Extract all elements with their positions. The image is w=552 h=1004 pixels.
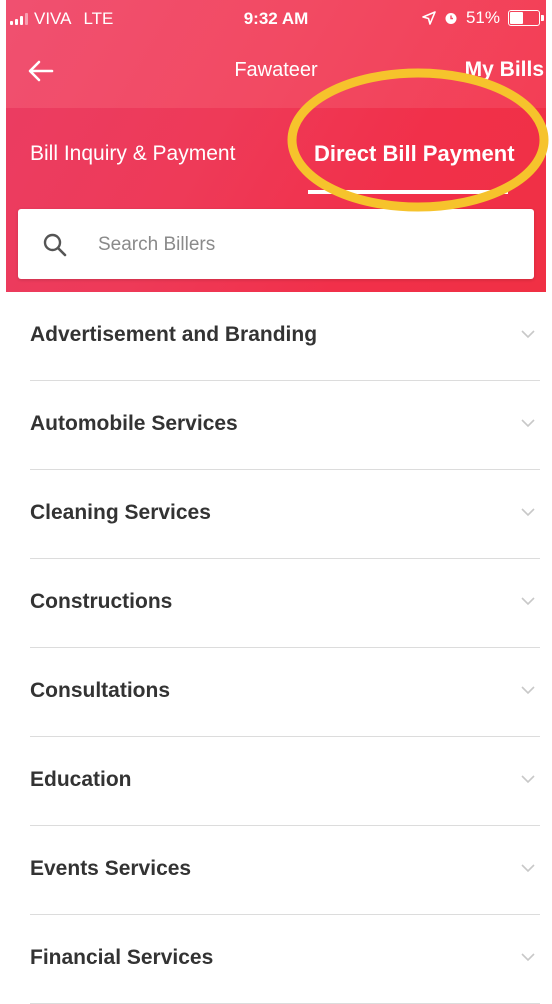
- category-label: Consultations: [30, 679, 170, 702]
- category-row[interactable]: Consultations: [30, 648, 540, 737]
- category-row[interactable]: Constructions: [30, 559, 540, 648]
- category-label: Automobile Services: [30, 412, 238, 435]
- chevron-down-icon[interactable]: [520, 506, 536, 518]
- search-box[interactable]: [18, 209, 534, 279]
- category-label: Financial Services: [30, 946, 214, 969]
- search-input[interactable]: [96, 227, 520, 263]
- location-arrow-icon: [422, 11, 436, 25]
- my-bills-link[interactable]: My Bills: [465, 58, 544, 82]
- category-label: Education: [30, 768, 132, 791]
- category-row[interactable]: Cleaning Services: [30, 470, 540, 559]
- category-row[interactable]: Financial Services: [30, 915, 540, 1004]
- chevron-down-icon[interactable]: [520, 862, 536, 874]
- header-region: VIVA LTE 9:32 AM 51% Fawateer My Bills B…: [6, 0, 546, 292]
- category-label: Events Services: [30, 857, 192, 880]
- category-row[interactable]: Education: [30, 737, 540, 826]
- category-row[interactable]: Automobile Services: [30, 381, 540, 470]
- active-tab-indicator: [308, 190, 508, 194]
- alarm-icon: [445, 13, 457, 24]
- tab-bar: Bill Inquiry & Payment Direct Bill Payme…: [6, 108, 546, 203]
- battery-icon: [508, 10, 544, 26]
- chevron-down-icon[interactable]: [520, 328, 536, 340]
- status-right: 51%: [422, 8, 544, 28]
- category-label: Constructions: [30, 590, 173, 613]
- battery-percent: 51%: [465, 8, 500, 27]
- category-list: Advertisement and Branding Automobile Ser…: [30, 292, 540, 1004]
- tab-direct-bill-payment[interactable]: Direct Bill Payment: [314, 141, 515, 167]
- chevron-down-icon[interactable]: [520, 951, 536, 963]
- category-row[interactable]: Events Services: [30, 826, 540, 915]
- search-icon: [43, 233, 67, 257]
- chevron-down-icon[interactable]: [520, 417, 536, 429]
- category-row[interactable]: Advertisement and Branding: [30, 292, 540, 381]
- category-label: Cleaning Services: [30, 501, 211, 524]
- category-label: Advertisement and Branding: [30, 323, 318, 346]
- chevron-down-icon[interactable]: [520, 773, 536, 785]
- status-bar: VIVA LTE 9:32 AM 51%: [6, 0, 546, 40]
- tab-bill-inquiry[interactable]: Bill Inquiry & Payment: [30, 142, 235, 166]
- chevron-down-icon[interactable]: [520, 595, 536, 607]
- app-bar: Fawateer My Bills: [6, 52, 546, 92]
- chevron-down-icon[interactable]: [520, 684, 536, 696]
